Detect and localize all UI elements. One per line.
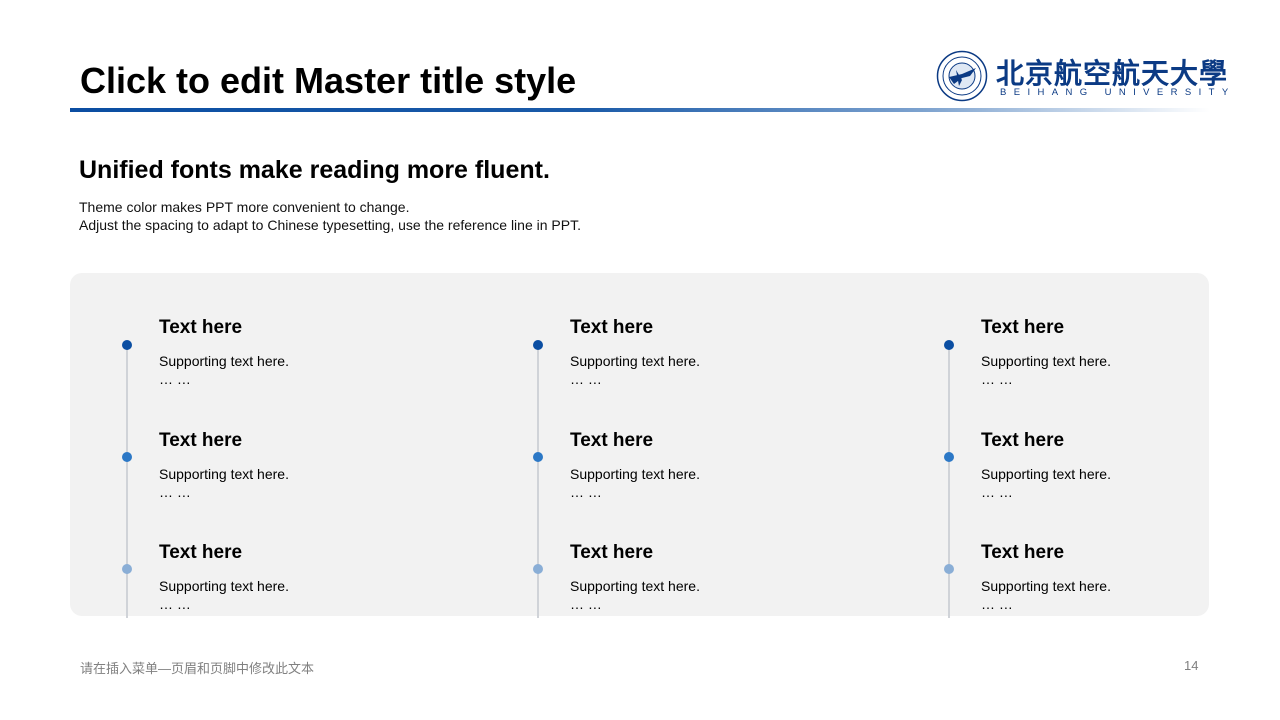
timeline-item: Text here Supporting text here. … … bbox=[892, 396, 1252, 500]
timeline-item: Text here Supporting text here. … … bbox=[481, 508, 841, 612]
timeline-column: Text here Supporting text here. … … Text… bbox=[70, 273, 430, 618]
item-title: Text here bbox=[570, 430, 654, 451]
university-logo: 北京航空航天大學 BEIHANG UNIVERSITY bbox=[936, 50, 1228, 106]
timeline-item: Text here Supporting text here. … … bbox=[70, 508, 430, 612]
item-ellipsis: … … bbox=[570, 484, 602, 500]
timeline-item: Text here Supporting text here. … … bbox=[70, 283, 430, 387]
item-text: Supporting text here. bbox=[570, 353, 700, 369]
item-ellipsis: … … bbox=[570, 371, 602, 387]
page-title: Click to edit Master title style bbox=[80, 60, 577, 101]
timeline-dot bbox=[533, 340, 543, 350]
timeline-item: Text here Supporting text here. … … bbox=[70, 396, 430, 500]
description-line: Adjust the spacing to adapt to Chinese t… bbox=[79, 217, 581, 233]
footer-text: 请在插入菜单—页眉和页脚中修改此文本 bbox=[80, 661, 315, 676]
timeline-dot bbox=[944, 564, 954, 574]
section-heading: Unified fonts make reading more fluent. bbox=[79, 156, 550, 184]
item-title: Text here bbox=[570, 542, 654, 563]
item-title: Text here bbox=[159, 430, 243, 451]
item-ellipsis: … … bbox=[981, 596, 1013, 612]
item-title: Text here bbox=[159, 317, 243, 338]
university-name-english: BEIHANG UNIVERSITY bbox=[1000, 87, 1236, 98]
item-ellipsis: … … bbox=[159, 596, 191, 612]
item-ellipsis: … … bbox=[159, 371, 191, 387]
item-text: Supporting text here. bbox=[981, 578, 1111, 594]
item-text: Supporting text here. bbox=[570, 466, 700, 482]
timeline-dot bbox=[122, 564, 132, 574]
timeline-item: Text here Supporting text here. … … bbox=[892, 283, 1252, 387]
item-title: Text here bbox=[159, 542, 243, 563]
timeline-item: Text here Supporting text here. … … bbox=[481, 283, 841, 387]
item-title: Text here bbox=[570, 317, 654, 338]
item-text: Supporting text here. bbox=[159, 578, 289, 594]
page-number: 14 bbox=[1184, 658, 1199, 673]
timeline-column: Text here Supporting text here. … … Text… bbox=[892, 273, 1252, 618]
university-emblem-icon bbox=[936, 50, 988, 102]
timeline-column: Text here Supporting text here. … … Text… bbox=[481, 273, 841, 618]
item-text: Supporting text here. bbox=[159, 353, 289, 369]
item-ellipsis: … … bbox=[159, 484, 191, 500]
description-line: Theme color makes PPT more convenient to… bbox=[79, 199, 410, 215]
item-text: Supporting text here. bbox=[159, 466, 289, 482]
timeline-dot bbox=[122, 340, 132, 350]
item-title: Text here bbox=[981, 430, 1065, 451]
item-title: Text here bbox=[981, 542, 1065, 563]
item-ellipsis: … … bbox=[981, 371, 1013, 387]
title-underline bbox=[70, 108, 1210, 112]
timeline-dot bbox=[533, 564, 543, 574]
item-title: Text here bbox=[981, 317, 1065, 338]
timeline-dot bbox=[944, 452, 954, 462]
item-ellipsis: … … bbox=[981, 484, 1013, 500]
university-name-chinese: 北京航空航天大學 bbox=[996, 57, 1229, 90]
timeline-item: Text here Supporting text here. … … bbox=[892, 508, 1252, 612]
item-text: Supporting text here. bbox=[981, 353, 1111, 369]
timeline-dot bbox=[122, 452, 132, 462]
item-text: Supporting text here. bbox=[981, 466, 1111, 482]
item-ellipsis: … … bbox=[570, 596, 602, 612]
timeline-item: Text here Supporting text here. … … bbox=[481, 396, 841, 500]
timeline-dot bbox=[944, 340, 954, 350]
item-text: Supporting text here. bbox=[570, 578, 700, 594]
timeline-dot bbox=[533, 452, 543, 462]
